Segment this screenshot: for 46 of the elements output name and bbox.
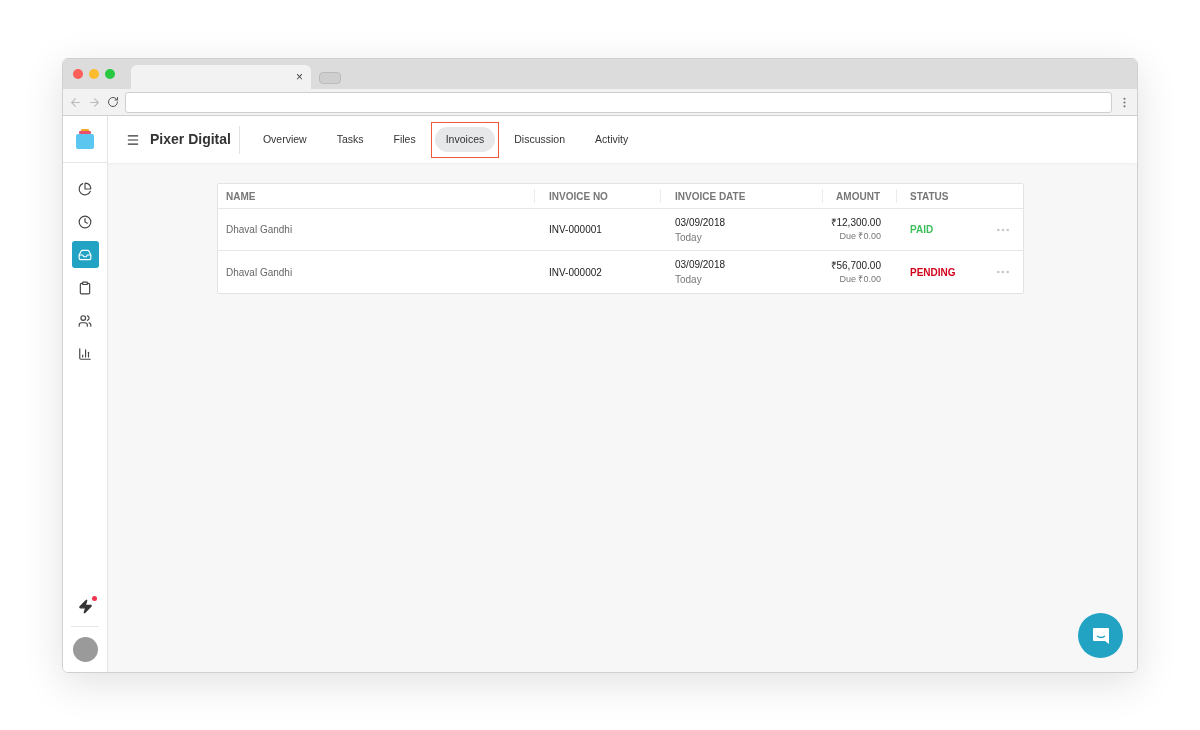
status-label: PENDING [910,266,956,278]
table-cell-text: ₹56,700.00 [830,258,881,273]
address-bar[interactable] [125,91,1112,113]
app-logo-icon[interactable] [76,129,94,149]
table-cell-text: 03/09/2018 [675,215,726,230]
chat-button[interactable] [1078,613,1123,658]
project-title: Pixer Digital [150,125,240,154]
pie-chart-icon [78,181,92,196]
close-window-icon[interactable] [73,69,83,79]
date-note: Today [675,230,702,245]
lightning-icon[interactable] [77,599,93,614]
table-cell: Dhaval Gandhi [226,266,293,278]
table-cell: INV-000002 [549,266,602,278]
inbox-icon [78,247,92,262]
table-cell-text: 03/09/2018 [675,258,726,272]
table-cell: Dhaval Gandhi [226,224,293,235]
nav-tab[interactable]: Invoices [434,127,496,152]
bar-chart-icon [78,346,92,361]
nav-tab[interactable]: Tasks [325,127,375,152]
nav-tab[interactable]: Overview [251,127,318,152]
due-amount: Due ₹0.00 [839,230,881,244]
avatar[interactable] [72,637,98,662]
column-header: NAME [226,189,256,204]
column-header: STATUS [910,189,949,204]
tab-close-button[interactable]: × [296,68,303,86]
status-label: PAID [910,224,934,235]
table-cell: INV-000001 [549,224,602,235]
browser-tab[interactable]: × [131,65,311,89]
date-note: Today [675,273,702,287]
table-cell-text: ₹12,300.00 [830,216,881,231]
nav-tab[interactable]: Discussion [503,127,576,152]
chat-icon [1090,625,1111,646]
clipboard-icon [78,280,92,295]
nav-tab[interactable]: Activity [584,127,640,152]
column-header: INVOICE DATE [675,189,746,204]
nav-tab[interactable]: Files [382,127,427,152]
back-icon[interactable] [69,95,82,109]
maximize-window-icon[interactable] [105,69,115,79]
users-icon [78,313,92,328]
due-amount: Due ₹0.00 [839,272,881,286]
menu-icon[interactable] [126,132,140,147]
column-header: INVOICE NO [549,189,608,204]
column-header: AMOUNT [836,189,880,204]
reload-icon[interactable] [107,96,119,108]
forward-icon[interactable] [88,95,101,109]
clock-icon [78,214,92,229]
